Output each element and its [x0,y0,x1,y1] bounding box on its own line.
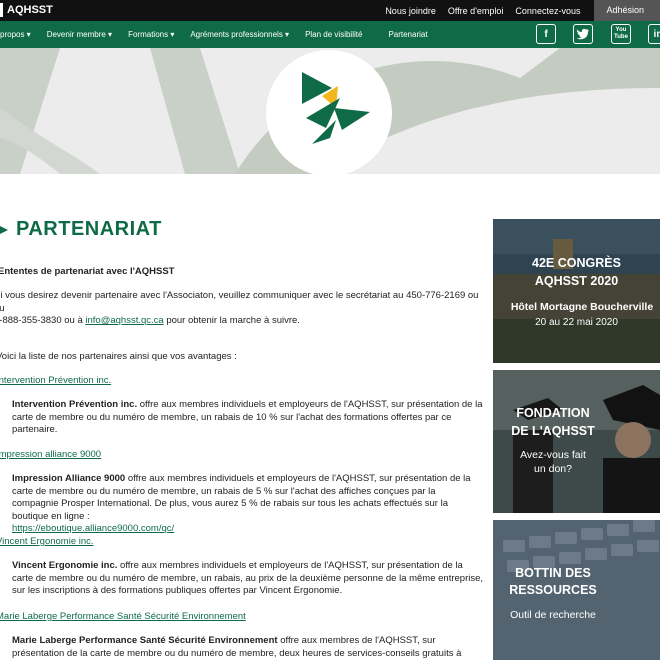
city-photo [493,219,660,363]
main-content: PARTENARIAT Ententes de partenariat avec… [0,174,492,660]
eboutique-link[interactable]: https://eboutique.alliance9000.com/qc/ [12,523,174,534]
congres-title-1: 42E CONGRÈS [532,256,621,270]
link-nous-joindre[interactable]: Nous joindre [379,6,442,16]
link-connectez-vous[interactable]: Connectez-vous [509,6,586,16]
top-bar: AQHSST Nous joindre Offre d'emploi Conne… [0,0,660,21]
partner-link-intervention[interactable]: Intervention Prévention inc. [0,375,111,388]
adhesion-button[interactable]: Adhésion [594,0,660,21]
partner-desc-intervention: Intervention Prévention inc. offre aux m… [12,399,484,437]
bottin-title-2: RESSOURCES [509,583,597,597]
fondation-banner[interactable]: FONDATION DE L'AQHSST Avez-vous fait un … [493,370,660,513]
aqhsst-logo-icon [302,72,370,144]
partner-name: Intervention Prévention inc. [12,399,138,410]
partner-desc-laberge: Marie Laberge Performance Santé Sécurité… [12,635,484,660]
congres-banner[interactable]: 42E CONGRÈS AQHSST 2020 Hôtel Mortagne B… [493,219,660,363]
page-title-text: PARTENARIAT [16,218,162,240]
intro-line2-end: pour obtenir la marche à suivre. [163,315,300,326]
intro-line2: 1-888-355-3830 ou à [0,315,86,326]
partner-desc-vincent: Vincent Ergonomie inc. offre aux membres… [12,560,484,598]
nav-item-a-propos[interactable]: propos ▾ [0,30,39,39]
partner-link-impression[interactable]: Impression alliance 9000 [0,449,101,462]
fondation-line-4: un don? [534,463,572,475]
top-links: Nous joindre Offre d'emploi Connectez-vo… [379,0,660,21]
partner-name: Marie Laberge Performance Santé Sécurité… [12,635,278,646]
logo-text: AQHSST [7,4,53,16]
nav-item-formations[interactable]: Formations ▾ [120,30,182,39]
link-offre-emploi[interactable]: Offre d'emploi [442,6,510,16]
congres-dates: 20 au 22 mai 2020 [535,317,618,328]
logo-mark-icon [0,3,3,17]
facebook-icon[interactable]: f [536,24,556,44]
nav-item-agrements[interactable]: Agréments professionnels ▾ [182,30,297,39]
fondation-line-3: Avez-vous fait [520,449,586,461]
site-logo[interactable]: AQHSST [0,3,53,17]
main-nav: propos ▾ Devenir membre ▾ Formations ▾ A… [0,21,660,48]
nav-item-plan-visibilite[interactable]: Plan de visibilité [297,30,370,39]
partner-name: Impression Alliance 9000 [12,473,126,484]
graduation-photo [493,370,660,513]
bottin-subtitle: Outil de recherche [510,609,596,621]
hero-banner [0,48,660,174]
nav-item-partenariat[interactable]: Partenariat [380,30,435,39]
linkedin-icon[interactable]: in [648,24,660,44]
intro-paragraph: Si vous desirez devenir partenaire avec … [0,290,486,328]
partner-name: Vincent Ergonomie inc. [12,560,118,571]
title-arrow-icon [0,225,8,234]
twitter-icon[interactable] [573,24,593,44]
section-subtitle: Ententes de partenariat avec l'AQHSST [0,266,175,277]
congres-title-2: AQHSST 2020 [534,274,619,288]
nav-item-devenir-membre[interactable]: Devenir membre ▾ [39,30,120,39]
page-title: PARTENARIAT [0,218,162,241]
partner-desc-impression: Impression Alliance 9000 offre aux membr… [12,473,484,536]
fondation-title-1: FONDATION [516,406,590,420]
list-intro: Voici la liste de nos partenaires ainsi … [0,351,237,362]
fondation-title-2: DE L'AQHSST [511,424,595,438]
partner-link-vincent[interactable]: Vincent Ergonomie inc. [0,536,94,549]
intro-line1: Si vous desirez devenir partenaire avec … [0,290,479,314]
congres-venue: Hôtel Mortagne Boucherville [510,301,654,313]
partner-link-laberge[interactable]: Marie Laberge Performance Santé Sécurité… [0,611,246,624]
youtube-icon[interactable]: You Tube [611,24,631,44]
email-link[interactable]: info@aqhsst.qc.ca [85,315,163,326]
bottin-title-1: BOTTIN DES [515,566,591,580]
bottin-banner[interactable]: BOTTIN DES RESSOURCES Outil de recherche [493,520,660,660]
